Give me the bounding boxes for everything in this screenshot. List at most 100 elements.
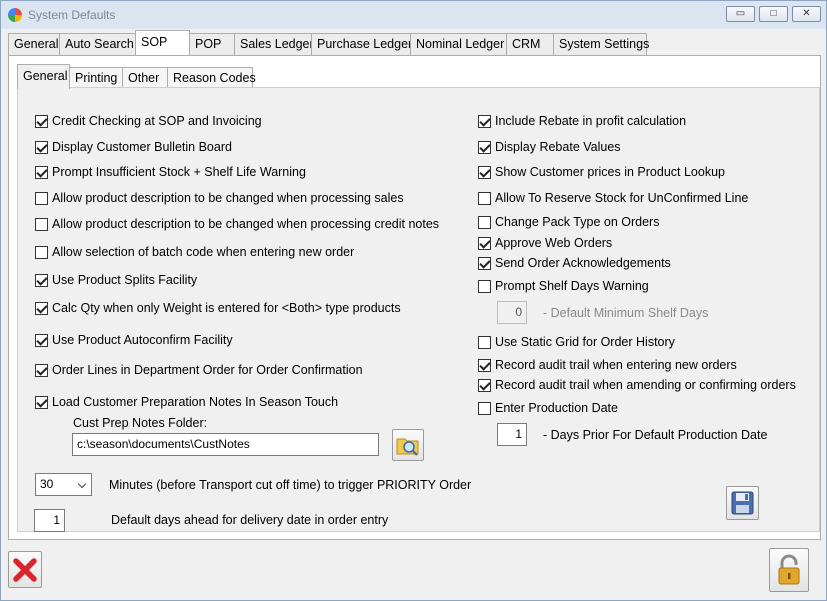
- option-label: Prompt Insufficient Stock + Shelf Life W…: [52, 165, 306, 179]
- system-defaults-window: System Defaults ▭ □ ✕ General Auto Searc…: [0, 0, 827, 601]
- option-label: Use Product Autoconfirm Facility: [52, 333, 233, 347]
- description-change-credit-option[interactable]: Allow product description to be changed …: [35, 217, 439, 231]
- browse-folder-button[interactable]: [392, 429, 424, 461]
- checkbox[interactable]: [478, 378, 491, 392]
- tab-general[interactable]: General: [8, 33, 60, 55]
- floppy-disk-icon: [731, 491, 754, 515]
- subtab-printing[interactable]: Printing: [69, 67, 123, 89]
- product-autoconfirm-option[interactable]: Use Product Autoconfirm Facility: [35, 333, 233, 347]
- order-acknowledgements-option[interactable]: Send Order Acknowledgements: [478, 256, 671, 270]
- maximize-button[interactable]: □: [759, 6, 788, 22]
- checkbox[interactable]: [35, 140, 48, 154]
- save-button[interactable]: [726, 486, 759, 520]
- checkbox[interactable]: [478, 401, 491, 415]
- reserve-stock-option[interactable]: Allow To Reserve Stock for UnConfirmed L…: [478, 191, 748, 205]
- audit-new-orders-option[interactable]: Record audit trail when entering new ord…: [478, 358, 737, 372]
- priority-minutes-select[interactable]: 30: [35, 473, 92, 496]
- checkbox[interactable]: [35, 191, 48, 205]
- subtab-reason-codes[interactable]: Reason Codes: [167, 67, 256, 89]
- option-label: Record audit trail when entering new ord…: [495, 358, 737, 372]
- option-label: Record audit trail when amending or conf…: [495, 378, 796, 392]
- checkbox[interactable]: [35, 114, 48, 128]
- tab-system-settings[interactable]: System Settings: [553, 33, 649, 55]
- calc-qty-weight-option[interactable]: Calc Qty when only Weight is entered for…: [35, 301, 401, 315]
- tab-auto-search[interactable]: Auto Search: [59, 33, 136, 55]
- option-label: Load Customer Preparation Notes In Seaso…: [52, 395, 339, 409]
- change-pack-type-option[interactable]: Change Pack Type on Orders: [478, 215, 659, 229]
- tab-nominal-ledger[interactable]: Nominal Ledger: [410, 33, 507, 55]
- checkbox[interactable]: [478, 165, 491, 179]
- approve-web-orders-option[interactable]: Approve Web Orders: [478, 236, 612, 250]
- tab-pop[interactable]: POP: [189, 33, 235, 55]
- production-date-option[interactable]: Enter Production Date: [478, 401, 618, 415]
- option-label: Allow product description to be changed …: [52, 217, 440, 231]
- cust-prep-folder-label: Cust Prep Notes Folder:: [73, 416, 208, 430]
- checkbox[interactable]: [478, 279, 491, 293]
- credit-checking-option[interactable]: Credit Checking at SOP and Invoicing: [35, 114, 262, 128]
- minimize-button[interactable]: ▭: [726, 6, 755, 22]
- delivery-days-input[interactable]: 1: [34, 509, 65, 532]
- option-label: Show Customer prices in Product Lookup: [495, 165, 725, 179]
- option-label: Allow selection of batch code when enter…: [52, 245, 355, 259]
- checkbox[interactable]: [478, 215, 491, 229]
- outer-tab-bar: General Auto Search SOP POP Sales Ledger…: [8, 30, 649, 55]
- checkbox[interactable]: [478, 335, 491, 349]
- close-button[interactable]: ✕: [792, 6, 821, 22]
- department-order-option[interactable]: Order Lines in Department Order for Orde…: [35, 363, 363, 377]
- lock-button[interactable]: [769, 548, 809, 592]
- option-label: Allow product description to be changed …: [52, 191, 404, 205]
- option-label: Approve Web Orders: [495, 236, 613, 250]
- option-label: Calc Qty when only Weight is entered for…: [52, 301, 401, 315]
- audit-amend-orders-option[interactable]: Record audit trail when amending or conf…: [478, 378, 796, 392]
- option-label: Use Static Grid for Order History: [495, 335, 675, 349]
- shelf-days-warning-option[interactable]: Prompt Shelf Days Warning: [478, 279, 649, 293]
- chevron-down-icon: [77, 479, 87, 489]
- shelf-days-input[interactable]: 0: [497, 301, 527, 324]
- checkbox[interactable]: [478, 191, 491, 205]
- checkbox[interactable]: [35, 273, 48, 287]
- checkbox[interactable]: [478, 256, 491, 270]
- production-days-input[interactable]: 1: [497, 423, 527, 446]
- option-label: Change Pack Type on Orders: [495, 215, 660, 229]
- load-prep-notes-option[interactable]: Load Customer Preparation Notes In Seaso…: [35, 395, 338, 409]
- display-rebate-option[interactable]: Display Rebate Values: [478, 140, 621, 154]
- checkbox[interactable]: [478, 358, 491, 372]
- tab-sop[interactable]: SOP: [135, 30, 190, 55]
- shelf-days-label: - Default Minimum Shelf Days: [543, 306, 709, 320]
- checkbox[interactable]: [478, 114, 491, 128]
- customer-prices-option[interactable]: Show Customer prices in Product Lookup: [478, 165, 725, 179]
- tab-purchase-ledger[interactable]: Purchase Ledger: [311, 33, 412, 55]
- description-change-sales-option[interactable]: Allow product description to be changed …: [35, 191, 404, 205]
- folder-search-icon: [396, 438, 419, 456]
- option-label: Display Rebate Values: [495, 140, 621, 154]
- checkbox[interactable]: [35, 301, 48, 315]
- option-label: Send Order Acknowledgements: [495, 256, 671, 270]
- priority-minutes-label: Minutes (before Transport cut off time) …: [109, 478, 472, 492]
- checkbox[interactable]: [35, 217, 48, 231]
- subtab-other[interactable]: Other: [122, 67, 168, 89]
- checkbox[interactable]: [35, 245, 48, 259]
- checkbox[interactable]: [35, 363, 48, 377]
- tab-crm[interactable]: CRM: [506, 33, 554, 55]
- subtab-general[interactable]: General: [17, 64, 70, 89]
- cancel-button[interactable]: [8, 551, 42, 588]
- option-label: Credit Checking at SOP and Invoicing: [52, 114, 262, 128]
- tab-sales-ledger[interactable]: Sales Ledger: [234, 33, 314, 55]
- batch-code-selection-option[interactable]: Allow selection of batch code when enter…: [35, 245, 354, 259]
- red-x-icon: [13, 558, 37, 582]
- product-splits-option[interactable]: Use Product Splits Facility: [35, 273, 197, 287]
- static-grid-option[interactable]: Use Static Grid for Order History: [478, 335, 675, 349]
- option-label: Display Customer Bulletin Board: [52, 140, 232, 154]
- option-label: Allow To Reserve Stock for UnConfirmed L…: [495, 191, 749, 205]
- app-logo-icon: [8, 8, 22, 22]
- insufficient-stock-option[interactable]: Prompt Insufficient Stock + Shelf Life W…: [35, 165, 306, 179]
- cust-prep-folder-input[interactable]: c:\season\documents\CustNotes: [72, 433, 379, 456]
- checkbox[interactable]: [35, 333, 48, 347]
- checkbox[interactable]: [35, 165, 48, 179]
- checkbox[interactable]: [478, 236, 491, 250]
- checkbox[interactable]: [35, 395, 48, 409]
- customer-bulletin-option[interactable]: Display Customer Bulletin Board: [35, 140, 232, 154]
- delivery-days-label: Default days ahead for delivery date in …: [111, 513, 389, 527]
- checkbox[interactable]: [478, 140, 491, 154]
- include-rebate-option[interactable]: Include Rebate in profit calculation: [478, 114, 686, 128]
